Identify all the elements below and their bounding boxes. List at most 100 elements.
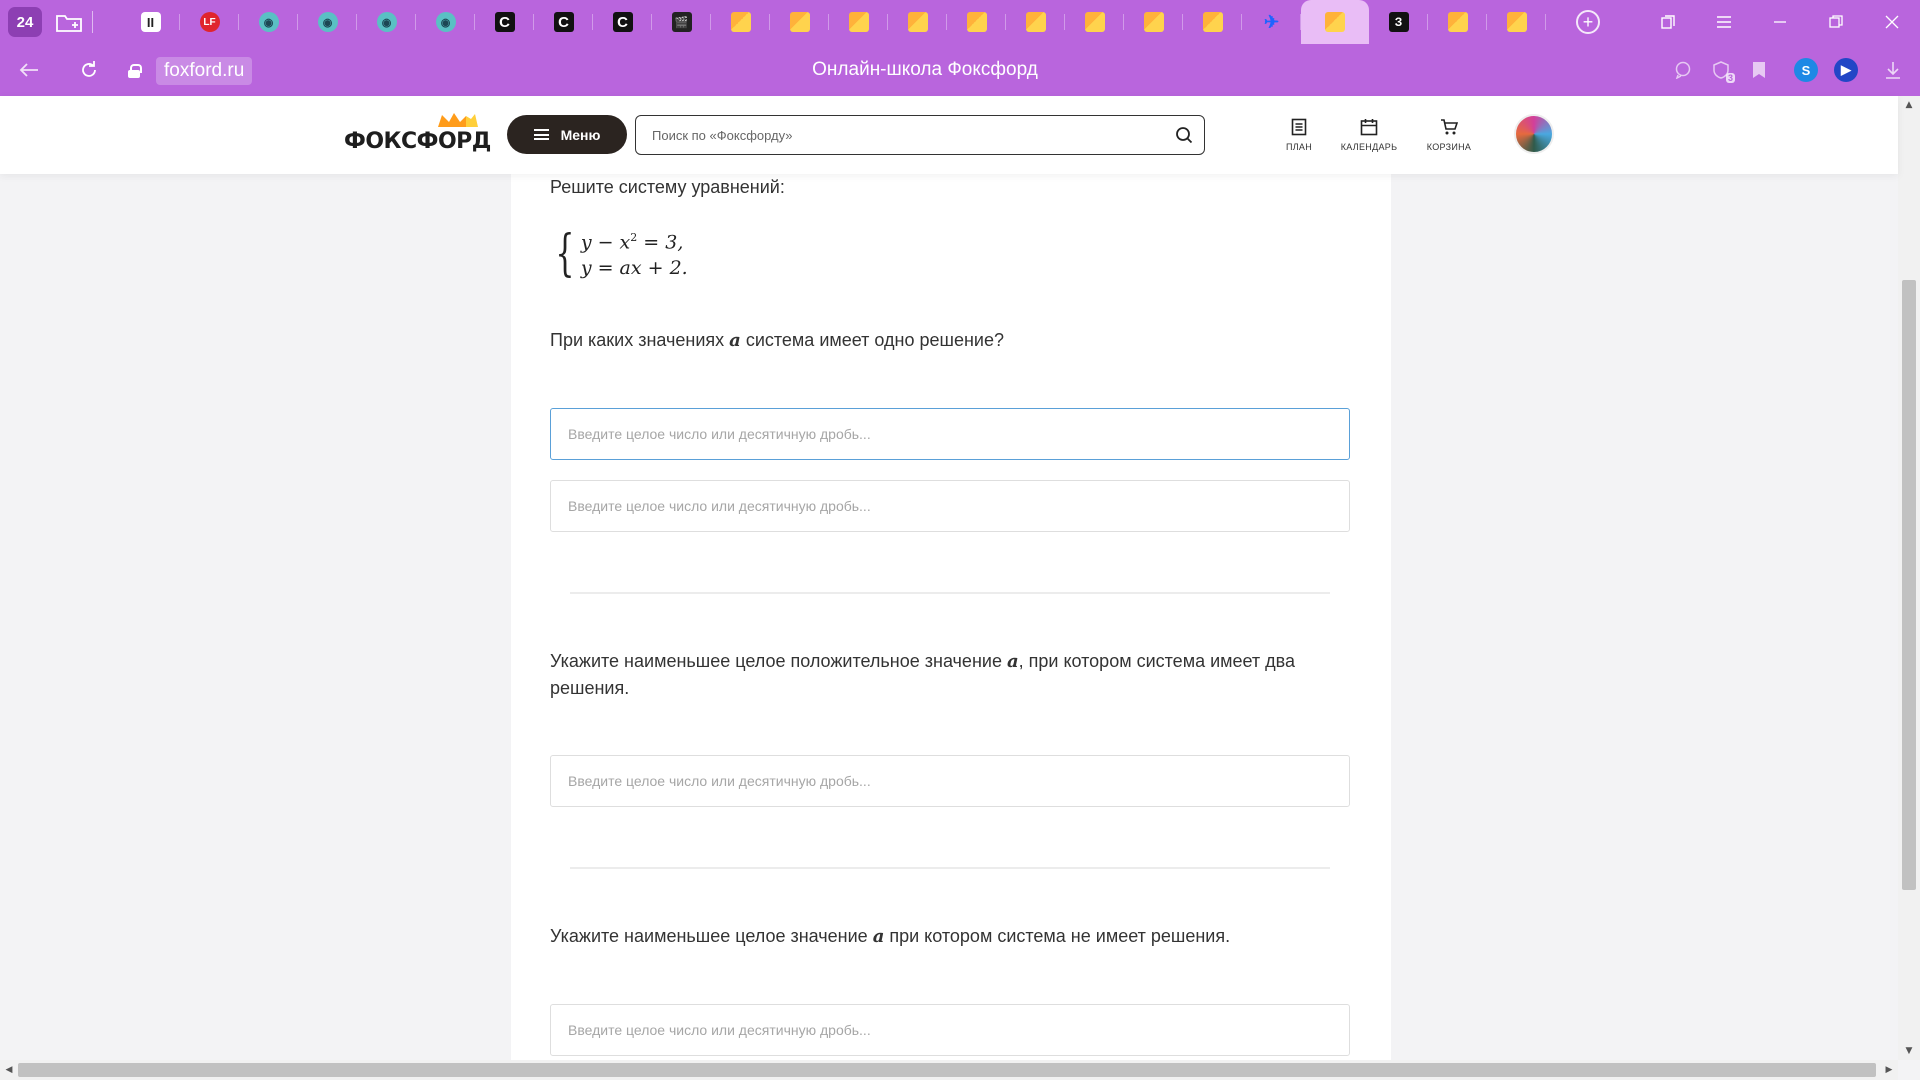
vertical-scrollbar[interactable]: ▲ ▼ xyxy=(1898,96,1920,1060)
foxford-icon xyxy=(848,12,869,32)
address-bar-tools: 3 S ▶ xyxy=(1664,44,1920,96)
scroll-up-arrow-icon[interactable]: ▲ xyxy=(1898,96,1920,114)
answer-1b-input[interactable] xyxy=(551,481,1349,531)
scroll-left-arrow-icon[interactable]: ◀ xyxy=(0,1060,18,1080)
new-tab-group-icon[interactable] xyxy=(54,10,84,34)
horizontal-scrollbar[interactable]: ◀ ▶ xyxy=(0,1060,1898,1080)
browser-tab[interactable]: ◉ xyxy=(357,0,416,44)
browser-tab[interactable] xyxy=(1183,0,1242,44)
search-input[interactable] xyxy=(636,116,1164,154)
search-icon[interactable] xyxy=(1164,116,1204,154)
tab-list: II LF ◉ ◉ ◉ ◉ C C C 🎬 ✈ З xyxy=(121,0,1546,44)
browser-tab[interactable]: C xyxy=(593,0,652,44)
browser-tab[interactable] xyxy=(1006,0,1065,44)
foxford-icon xyxy=(1325,12,1345,32)
pause-icon: II xyxy=(140,12,161,32)
browser-tab[interactable] xyxy=(947,0,1006,44)
protect-badge: 3 xyxy=(1725,73,1735,83)
foxford-icon xyxy=(1447,12,1468,32)
browser-tab[interactable]: ✈ xyxy=(1242,0,1301,44)
browser-tab[interactable]: LF xyxy=(180,0,239,44)
question-1-text: При каких значениях a система имеет одно… xyxy=(550,330,1004,351)
browser-tab[interactable]: C xyxy=(475,0,534,44)
browser-tab[interactable]: C xyxy=(534,0,593,44)
plan-icon xyxy=(1291,116,1307,138)
tab-separator xyxy=(92,11,93,33)
restore-icon[interactable] xyxy=(1808,0,1864,44)
divider xyxy=(570,867,1330,869)
url-text[interactable]: foxford.ru xyxy=(156,57,253,85)
browser-tab[interactable] xyxy=(829,0,888,44)
answer-1a-field[interactable] xyxy=(550,408,1350,460)
c-icon: C xyxy=(553,12,574,32)
browser-tab[interactable] xyxy=(1124,0,1183,44)
answer-1a-input[interactable] xyxy=(551,409,1349,459)
browser-tab[interactable]: ◉ xyxy=(298,0,357,44)
answer-3-field[interactable] xyxy=(550,1004,1350,1056)
foxford-icon xyxy=(1084,12,1105,32)
nav-calendar[interactable]: КАЛЕНДАРЬ xyxy=(1334,116,1404,152)
foxford-icon xyxy=(907,12,928,32)
player-extension-icon[interactable]: ▶ xyxy=(1834,58,1858,82)
foxford-icon xyxy=(1202,12,1223,32)
close-icon[interactable] xyxy=(1864,0,1920,44)
browser-tab[interactable]: 🎬 xyxy=(652,0,711,44)
tabs-overview-icon[interactable] xyxy=(1640,0,1696,44)
bird-icon: ✈ xyxy=(1263,11,1280,32)
foxford-icon xyxy=(1143,12,1164,32)
cart-icon xyxy=(1440,116,1458,138)
browser-tab[interactable]: ◉ xyxy=(416,0,475,44)
add-tab-icon[interactable]: + xyxy=(1576,10,1600,34)
chat-icon[interactable] xyxy=(1666,53,1700,87)
c-icon: C xyxy=(612,12,633,32)
browser-tab[interactable] xyxy=(770,0,829,44)
browser-tab[interactable] xyxy=(1301,0,1369,44)
foxford-icon xyxy=(966,12,987,32)
browser-tab[interactable] xyxy=(711,0,770,44)
back-arrow-icon[interactable] xyxy=(8,49,50,91)
menu-button-label: Меню xyxy=(560,126,601,143)
site-header: ФОКСФОРД Меню ПЛАН КАЛЕНДАРЬ КОРЗИНА xyxy=(0,96,1898,174)
browser-tab[interactable]: II xyxy=(121,0,180,44)
hamburger-menu-icon[interactable] xyxy=(1696,0,1752,44)
menu-button[interactable]: Меню xyxy=(507,115,627,154)
avatar[interactable] xyxy=(1514,114,1554,154)
gamepad-icon: ◉ xyxy=(435,12,456,32)
foxford-logo[interactable]: ФОКСФОРД xyxy=(344,113,491,154)
answer-2-field[interactable] xyxy=(550,755,1350,807)
answer-1b-field[interactable] xyxy=(550,480,1350,532)
browser-tab[interactable] xyxy=(1487,0,1546,44)
scroll-right-arrow-icon[interactable]: ▶ xyxy=(1880,1060,1898,1080)
horizontal-scroll-thumb[interactable] xyxy=(18,1063,1876,1077)
window-controls xyxy=(1640,0,1920,44)
bookmark-icon[interactable] xyxy=(1742,53,1776,87)
lock-icon[interactable] xyxy=(128,64,142,78)
foxford-icon xyxy=(1506,12,1527,32)
tab-count-badge[interactable]: 24 xyxy=(8,7,42,37)
browser-tab-strip: 24 II LF ◉ ◉ ◉ ◉ C C C 🎬 ✈ З + xyxy=(0,0,1920,44)
crown-icon xyxy=(438,113,478,127)
browser-tab[interactable] xyxy=(1065,0,1124,44)
answer-3-input[interactable] xyxy=(551,1005,1349,1055)
system-brace: { xyxy=(555,224,575,282)
protect-icon[interactable]: 3 xyxy=(1704,53,1738,87)
browser-tab[interactable]: З xyxy=(1369,0,1428,44)
foxford-icon xyxy=(1025,12,1046,32)
address-bar: Онлайн-школа Фоксфорд foxford.ru 3 S ▶ xyxy=(0,44,1920,96)
answer-2-input[interactable] xyxy=(551,756,1349,806)
reload-icon[interactable] xyxy=(68,49,110,91)
minimize-icon[interactable] xyxy=(1752,0,1808,44)
nav-plan[interactable]: ПЛАН xyxy=(1264,116,1334,152)
browser-tab[interactable]: ◉ xyxy=(239,0,298,44)
vertical-scroll-thumb[interactable] xyxy=(1902,280,1916,890)
equation-1: y − x2 = 3, xyxy=(580,231,684,254)
logo-text: ФОКСФОРД xyxy=(344,129,491,154)
download-icon[interactable] xyxy=(1876,53,1910,87)
scroll-down-arrow-icon[interactable]: ▼ xyxy=(1898,1042,1920,1060)
gamepad-icon: ◉ xyxy=(317,12,338,32)
browser-tab[interactable] xyxy=(888,0,947,44)
nav-cart[interactable]: КОРЗИНА xyxy=(1414,116,1484,152)
browser-tab[interactable] xyxy=(1428,0,1487,44)
shazam-extension-icon[interactable]: S xyxy=(1794,58,1818,82)
url-field[interactable]: foxford.ru xyxy=(120,56,264,86)
